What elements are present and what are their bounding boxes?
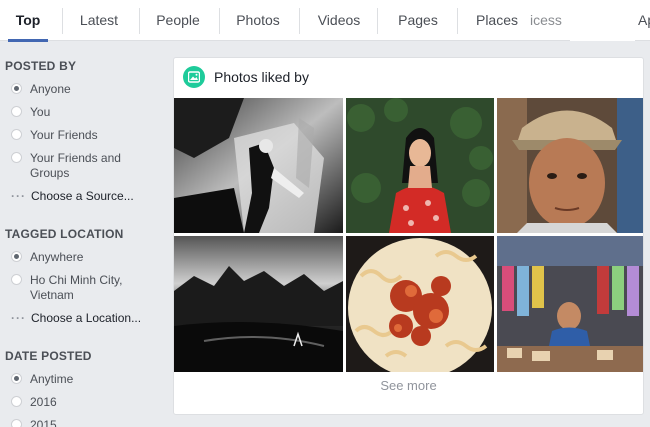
tab-divider [139,8,140,34]
tab-divider [219,8,220,34]
tab-divider [377,8,378,34]
radio-selected-icon [11,251,22,262]
tab-top[interactable]: Top [8,0,48,42]
tagged-location-heading: TAGGED LOCATION [5,227,124,241]
photo-icon [183,66,205,88]
tab-divider [299,8,300,34]
photo-bw-landscape[interactable] [174,236,343,372]
tab-overflow-area: icess Ap [530,0,650,41]
radio-icon [11,419,22,427]
radio-icon [11,396,22,407]
card-title: Photos liked by [214,69,309,85]
option-anywhere[interactable]: Anywhere [11,250,161,265]
radio-icon [11,274,22,285]
tab-pages[interactable]: Pages [388,0,448,41]
photo-woman-red-dress[interactable] [346,98,494,233]
choose-location-link[interactable]: ··· Choose a Location... [11,311,141,325]
tab-photos[interactable]: Photos [229,0,287,41]
option-your-friends-and-groups[interactable]: Your Friends and Groups [11,151,136,181]
choose-source-link[interactable]: ··· Choose a Source... [11,189,134,203]
card-header: Photos liked by [174,58,643,98]
tab-divider [457,8,458,34]
photo-bw-mannequin[interactable] [174,98,343,233]
radio-icon [11,152,22,163]
more-dots-icon: ··· [11,189,26,203]
radio-selected-icon [11,83,22,94]
see-more-link[interactable]: See more [174,378,643,393]
photos-liked-card: Photos liked by See more [173,57,644,415]
photo-market-stall[interactable] [497,236,643,372]
photo-pasta-dish[interactable] [346,236,494,372]
radio-icon [11,129,22,140]
posted-by-heading: POSTED BY [5,59,77,73]
tab-divider [62,8,63,34]
search-filters: POSTED BY Anyone You Your Friends Your F… [0,41,165,427]
option-your-friends[interactable]: Your Friends [11,128,161,143]
more-dots-icon: ··· [11,311,26,325]
tab-latest[interactable]: Latest [72,0,126,41]
search-tab-bar: Top Latest People Photos Videos Pages Pl… [0,0,650,42]
date-posted-heading: DATE POSTED [5,349,92,363]
photo-man-cap-portrait[interactable] [497,98,643,233]
option-ho-chi-minh-city[interactable]: Ho Chi Minh City, Vietnam [11,273,136,303]
tab-ghost-text: icess [530,12,562,28]
option-you[interactable]: You [11,105,161,120]
option-2015[interactable]: 2015 [11,418,161,427]
option-2016[interactable]: 2016 [11,395,161,410]
option-anytime[interactable]: Anytime [11,372,161,387]
tab-videos[interactable]: Videos [310,0,368,41]
tab-cut-off[interactable]: Ap [638,12,650,28]
option-anyone[interactable]: Anyone [11,82,161,97]
radio-icon [11,106,22,117]
radio-selected-icon [11,373,22,384]
tab-mask [570,8,635,41]
tab-people[interactable]: People [149,0,207,41]
tab-places[interactable]: Places [468,0,526,41]
